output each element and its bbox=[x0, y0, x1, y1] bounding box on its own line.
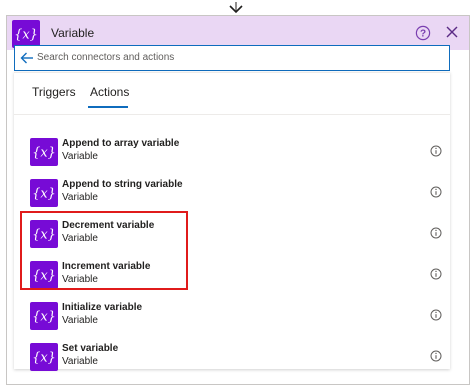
action-connector: Variable bbox=[62, 356, 98, 367]
svg-text:{x}: {x} bbox=[32, 351, 56, 366]
info-icon[interactable] bbox=[430, 350, 442, 362]
action-connector: Variable bbox=[62, 315, 98, 326]
action-name: Append to string variable bbox=[62, 179, 183, 190]
info-icon[interactable] bbox=[430, 186, 442, 198]
action-name: Increment variable bbox=[62, 261, 151, 272]
actions-panel: Triggers Actions {x} Append to array var… bbox=[14, 72, 450, 371]
action-item-decrement-variable[interactable]: {x} Decrement variable Variable bbox=[24, 216, 444, 254]
variable-icon: {x} bbox=[30, 261, 58, 289]
tab-actions[interactable]: Actions bbox=[90, 85, 129, 99]
search-box bbox=[14, 45, 450, 71]
variable-icon: {x} bbox=[30, 302, 58, 330]
action-connector: Variable bbox=[62, 274, 98, 285]
action-item-append-to-array-variable[interactable]: {x} Append to array variable Variable bbox=[24, 134, 444, 172]
tab-selected-indicator bbox=[88, 106, 128, 108]
svg-text:?: ? bbox=[420, 29, 426, 40]
action-item-set-variable[interactable]: {x} Set variable Variable bbox=[24, 339, 444, 377]
info-icon[interactable] bbox=[430, 145, 442, 157]
tab-triggers[interactable]: Triggers bbox=[32, 85, 76, 99]
variable-icon: {x} bbox=[30, 220, 58, 248]
svg-text:{x}: {x} bbox=[32, 269, 56, 284]
svg-text:{x}: {x} bbox=[32, 146, 56, 161]
action-item-initialize-variable[interactable]: {x} Initialize variable Variable bbox=[24, 298, 444, 336]
svg-text:{x}: {x} bbox=[32, 187, 56, 202]
connector-arrow-icon bbox=[229, 2, 243, 14]
svg-text:{x}: {x} bbox=[32, 228, 56, 243]
info-icon[interactable] bbox=[430, 309, 442, 321]
search-input[interactable] bbox=[37, 46, 441, 68]
variable-icon: {x} bbox=[30, 179, 58, 207]
info-icon[interactable] bbox=[430, 268, 442, 280]
header-title: Variable bbox=[51, 26, 95, 40]
variable-icon: {x} bbox=[30, 343, 58, 371]
action-name: Append to array variable bbox=[62, 138, 180, 149]
svg-text:{x}: {x} bbox=[14, 28, 38, 43]
action-connector: Variable bbox=[62, 233, 98, 244]
tabs-divider bbox=[14, 114, 450, 115]
variable-icon: {x} bbox=[30, 138, 58, 166]
action-name: Initialize variable bbox=[62, 302, 143, 313]
back-arrow-icon[interactable] bbox=[20, 51, 34, 65]
close-icon[interactable] bbox=[445, 25, 459, 39]
action-connector: Variable bbox=[62, 151, 98, 162]
help-icon[interactable]: ? bbox=[415, 25, 431, 41]
action-item-increment-variable[interactable]: {x} Increment variable Variable bbox=[24, 257, 444, 295]
action-name: Decrement variable bbox=[62, 220, 155, 231]
action-connector: Variable bbox=[62, 192, 98, 203]
info-icon[interactable] bbox=[430, 227, 442, 239]
variable-icon: {x} bbox=[12, 20, 40, 48]
action-name: Set variable bbox=[62, 343, 119, 354]
action-item-append-to-string-variable[interactable]: {x} Append to string variable Variable bbox=[24, 175, 444, 213]
svg-text:{x}: {x} bbox=[32, 310, 56, 325]
